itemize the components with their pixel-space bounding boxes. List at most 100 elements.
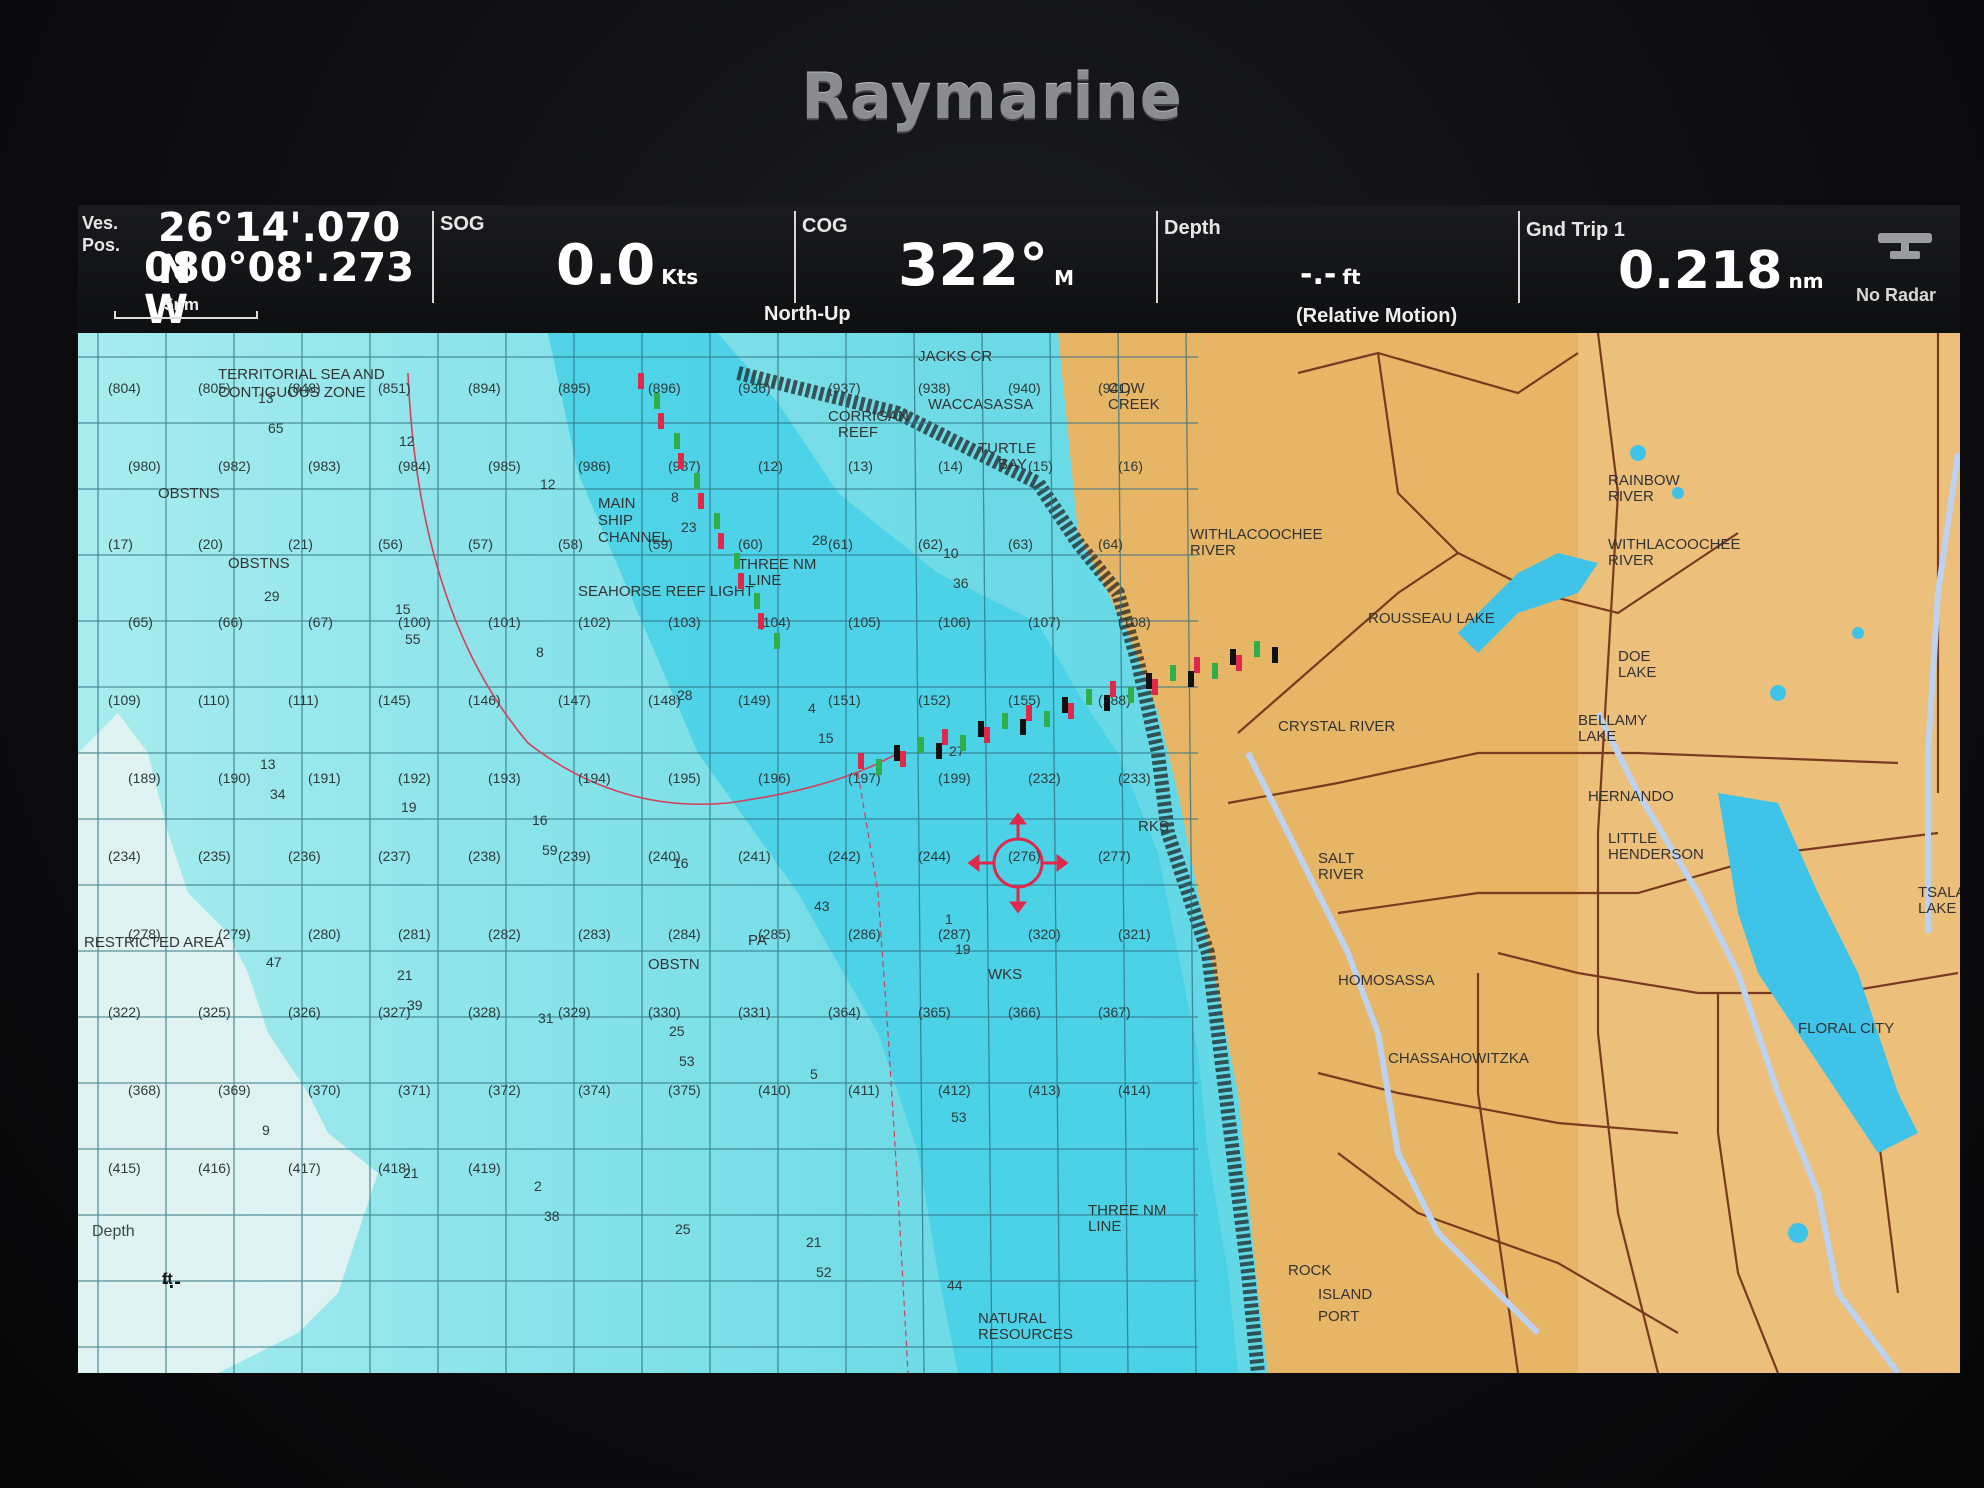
depth-sounding: 9 xyxy=(262,1122,270,1138)
grid-cell-label: (410) xyxy=(758,1082,791,1098)
grid-cell-label: (325) xyxy=(198,1004,231,1020)
depth-sounding: 36 xyxy=(953,575,969,591)
grid-cell-label: (412) xyxy=(938,1082,971,1098)
depth-sounding: 44 xyxy=(947,1277,963,1293)
place-label: JACKS CR xyxy=(918,348,992,365)
place-label: ROCK xyxy=(1288,1262,1331,1279)
sog-number: 0.0 xyxy=(556,233,656,298)
depth-sounding: 12 xyxy=(540,476,556,492)
orientation-mode[interactable]: North-Up xyxy=(764,303,851,326)
channel-marker xyxy=(714,513,720,529)
divider xyxy=(432,211,434,303)
grid-cell-label: (192) xyxy=(398,770,431,786)
grid-cell-label: (151) xyxy=(828,692,861,708)
sog-cell[interactable]: SOG 0.0 Kts xyxy=(436,205,792,333)
vessel-position-cell[interactable]: Ves. Pos. 26°14'.070 N 080°08'.273 W 5nm xyxy=(78,205,428,333)
place-label: TURTLE xyxy=(978,440,1036,457)
radar-status-cell[interactable]: No Radar xyxy=(1848,205,1960,333)
channel-marker xyxy=(984,727,990,743)
grid-cell-label: (365) xyxy=(918,1004,951,1020)
place-label: WITHLACOOCHEE xyxy=(1190,526,1323,543)
place-label: REEF xyxy=(838,424,878,441)
channel-marker xyxy=(774,633,780,649)
grid-cell-label: (101) xyxy=(488,614,521,630)
channel-marker xyxy=(894,745,900,761)
grid-cell-label: (980) xyxy=(128,458,161,474)
sog-unit: Kts xyxy=(661,265,699,289)
grid-cell-label: (155) xyxy=(1008,692,1041,708)
channel-marker xyxy=(942,729,948,745)
cog-cell[interactable]: COG 322° M North-Up xyxy=(764,205,1154,333)
cog-number: 322° xyxy=(898,231,1049,299)
grid-cell-label: (413) xyxy=(1028,1082,1061,1098)
grid-cell-label: (199) xyxy=(938,770,971,786)
grid-cell-label: (326) xyxy=(288,1004,321,1020)
scale-label: 5nm xyxy=(164,295,199,314)
depth-sounding: 23 xyxy=(681,519,697,535)
grid-cell-label: (197) xyxy=(848,770,881,786)
place-label: THREE NM xyxy=(738,556,816,573)
grid-cell-label: (896) xyxy=(648,380,681,396)
grid-cell-label: (370) xyxy=(308,1082,341,1098)
trip-label: Gnd Trip 1 xyxy=(1526,219,1625,241)
depth-sounding: 47 xyxy=(266,954,282,970)
depth-sounding: 29 xyxy=(264,588,280,604)
grid-cell-label: (244) xyxy=(918,848,951,864)
place-label: RIVER xyxy=(1190,542,1236,559)
channel-marker xyxy=(876,759,882,775)
grid-cell-label: (281) xyxy=(398,926,431,942)
grid-cell-label: (894) xyxy=(468,380,501,396)
channel-marker xyxy=(1212,663,1218,679)
depth-value: -.- ft xyxy=(1300,257,1361,292)
depth-sounding: 10 xyxy=(943,545,959,561)
grid-cell-label: (233) xyxy=(1118,770,1151,786)
depth-cell[interactable]: Depth -.- ft (Relative Motion) xyxy=(1160,205,1516,333)
grid-cell-label: (987) xyxy=(668,458,701,474)
place-label: ISLAND xyxy=(1318,1286,1372,1303)
channel-marker xyxy=(758,613,764,629)
place-label: FLORAL CITY xyxy=(1798,1020,1894,1037)
channel-marker xyxy=(1002,713,1008,729)
channel-marker xyxy=(694,473,700,489)
motion-mode[interactable]: (Relative Motion) xyxy=(1296,305,1457,328)
channel-marker xyxy=(1110,681,1116,697)
channel-marker xyxy=(718,533,724,549)
sog-value: 0.0 Kts xyxy=(556,233,698,298)
grid-cell-label: (66) xyxy=(218,614,243,630)
grid-cell-label: (279) xyxy=(218,926,251,942)
grid-cell-label: (375) xyxy=(668,1082,701,1098)
divider xyxy=(794,211,796,303)
place-label: RAINBOW xyxy=(1608,472,1681,489)
grid-cell-label: (194) xyxy=(578,770,611,786)
grid-cell-label: (415) xyxy=(108,1160,141,1176)
vessel-position-label-1: Ves. xyxy=(82,213,119,233)
trip-cell[interactable]: Gnd Trip 1 0.218 nm xyxy=(1522,205,1842,333)
grid-cell-label: (57) xyxy=(468,536,493,552)
depth-sounding: 13 xyxy=(260,756,276,772)
channel-marker xyxy=(936,743,942,759)
grid-cell-label: (285) xyxy=(758,926,791,942)
channel-marker xyxy=(1188,671,1194,687)
grid-cell-label: (371) xyxy=(398,1082,431,1098)
place-label: MAIN xyxy=(598,495,636,512)
grid-cell-label: (191) xyxy=(308,770,341,786)
place-label: NATURAL xyxy=(978,1310,1047,1327)
channel-marker xyxy=(1104,695,1110,711)
trip-number: 0.218 xyxy=(1618,241,1783,301)
channel-marker xyxy=(1044,711,1050,727)
depth-sounding: 28 xyxy=(812,532,828,548)
nautical-chart[interactable]: TERRITORIAL SEA AND CONTIGUOUS ZONE OBSTNS… xyxy=(78,333,1960,1373)
grid-cell-label: (277) xyxy=(1098,848,1131,864)
depth-sounding: 28 xyxy=(677,687,693,703)
grid-cell-label: (367) xyxy=(1098,1004,1131,1020)
depth-sounding: 4 xyxy=(808,700,816,716)
grid-cell-label: (851) xyxy=(378,380,411,396)
grid-cell-label: (190) xyxy=(218,770,251,786)
data-bar: Ves. Pos. 26°14'.070 N 080°08'.273 W 5nm… xyxy=(78,205,1960,333)
grid-cell-label: (235) xyxy=(198,848,231,864)
channel-marker xyxy=(1086,689,1092,705)
depth-sounding: 15 xyxy=(395,601,411,617)
channel-marker xyxy=(698,493,704,509)
chartplotter-screen: Ves. Pos. 26°14'.070 N 080°08'.273 W 5nm… xyxy=(78,205,1960,1373)
chart-canvas[interactable]: TERRITORIAL SEA ANDCONTIGUOUS ZONEOBSTNS… xyxy=(78,333,1960,1373)
